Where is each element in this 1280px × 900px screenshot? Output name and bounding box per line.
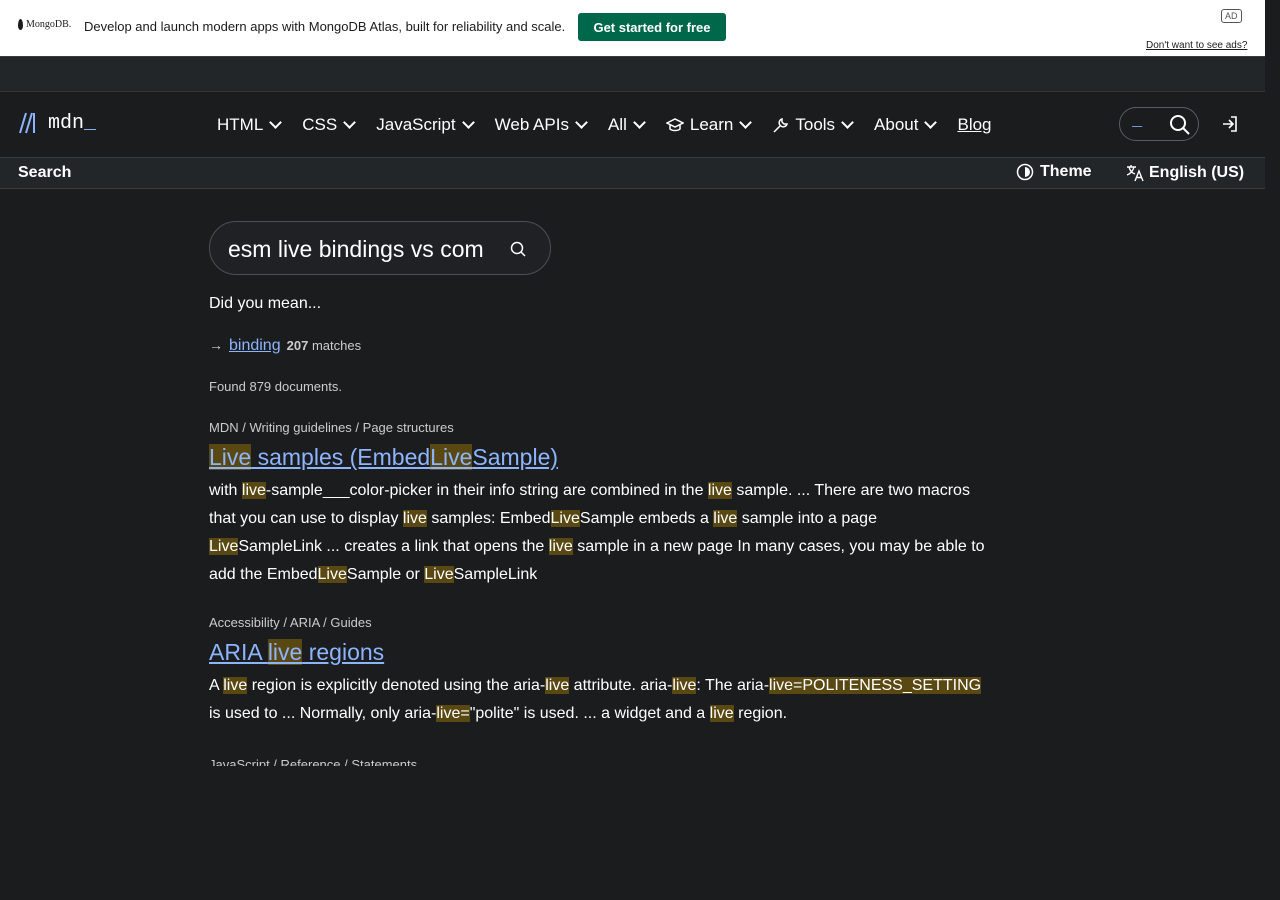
result-snippet: A live region is explicitly denoted usin… [209,677,982,722]
chevron-down-icon [924,116,938,129]
wrench-icon [773,117,789,133]
found-count: Found 879 documents. [209,379,342,394]
search-result: MDN / Writing guidelines / Page structur… [209,420,989,589]
nav-item-label: Tools [795,115,836,134]
nav-item-about[interactable]: About [874,115,938,135]
nav-item-web-apis[interactable]: Web APIs [494,115,588,135]
ad-optout-link[interactable]: Don't want to see ads? [1146,40,1247,51]
result-breadcrumb: MDN / Writing guidelines / Page structur… [209,420,454,435]
main-nav: mdn_ HTML CSS JavaScript Web APIs All Le… [0,91,1265,157]
nav-item-label: CSS [302,115,338,134]
theme-label: Theme [1040,163,1092,180]
ad-banner: MongoDB. Develop and launch modern apps … [0,0,1265,56]
page-title: Search [18,164,72,181]
nav-item-label: HTML [217,115,264,134]
arrow-right-icon: → [209,337,223,353]
nav-item-html[interactable]: HTML [217,115,283,135]
nav-item-learn[interactable]: Learn [665,115,753,135]
ad-text: Develop and launch modern apps with Mong… [84,19,566,34]
did-you-mean: Did you mean... [209,295,322,312]
nav-menu: HTML CSS JavaScript Web APIs All Learn T… [217,92,992,158]
top-strip [0,56,1265,91]
chevron-down-icon [575,116,588,129]
graduation-cap-icon [665,118,684,132]
search-box[interactable] [209,221,551,275]
suggestion-count: 207 matches [286,338,362,353]
language-label: English (US) [1149,164,1245,181]
ad-badge[interactable]: AD [1221,9,1242,23]
chevron-down-icon [841,116,854,129]
ad-brand: MongoDB. [26,19,72,30]
result-snippet: with live-sample___color-picker in their… [209,482,985,583]
mdn-logo-icon [19,112,35,134]
language-button[interactable]: English (US) [1125,163,1244,183]
suggestion-link[interactable]: binding [229,337,281,355]
search-results-main: Did you mean... → binding 207 matches Fo… [209,221,989,766]
nav-item-css[interactable]: CSS [302,115,357,135]
nav-item-label: Learn [689,115,734,134]
mongodb-logo[interactable]: MongoDB. [18,19,71,30]
cursor-icon: _ [1132,111,1143,131]
chevron-down-icon [461,116,475,129]
search-icon[interactable] [510,241,527,258]
search-input[interactable] [228,234,500,264]
nav-item-label: About [874,115,919,134]
chevron-down-icon [739,116,753,129]
result-breadcrumb-partial: JavaScript / Reference / Statements [209,757,418,766]
chevron-down-icon [633,116,646,129]
sub-bar: Search Theme English (US) [0,157,1265,189]
search-icon [1170,115,1190,135]
result-breadcrumb: Accessibility / ARIA / Guides [209,615,372,630]
ad-cta-button[interactable]: Get started for free [578,13,726,41]
logo-text: mdn_ [48,111,97,135]
nav-item-all[interactable]: All [607,115,646,135]
nav-blog-link[interactable]: Blog [957,115,991,135]
nav-item-label: Web APIs [494,115,569,134]
mdn-logo[interactable]: mdn_ [18,111,96,135]
nav-item-label: All [607,115,627,134]
leaf-icon [18,19,23,30]
suggestion: → binding 207 matches [209,337,989,355]
theme-button[interactable]: Theme [1016,163,1092,181]
search-result: Accessibility / ARIA / Guides ARIA live … [209,615,989,728]
nav-item-tools[interactable]: Tools [772,115,854,135]
result-title-link[interactable]: Live samples (EmbedLiveSample) [209,444,558,471]
nav-search-button[interactable]: _ [1119,107,1199,141]
login-icon[interactable] [1220,114,1240,134]
nav-item-javascript[interactable]: JavaScript [376,115,475,135]
nav-item-label: JavaScript [376,115,456,134]
translate-icon [1126,165,1144,182]
result-title-link[interactable]: ARIA live regions [209,639,384,666]
chevron-down-icon [269,116,283,129]
chevron-down-icon [343,116,357,129]
theme-icon [1016,163,1034,181]
